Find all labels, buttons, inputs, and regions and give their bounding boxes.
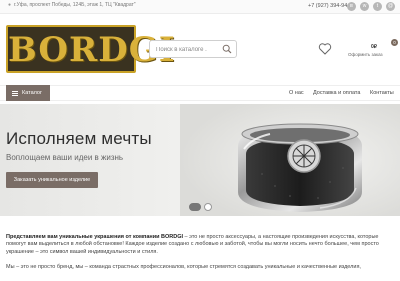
menu-burger-icon <box>12 90 18 96</box>
cart-count-badge: 0 <box>391 39 398 46</box>
location-pin-icon: ● <box>8 1 12 8</box>
bordgi-logo[interactable]: BORDGI <box>6 25 176 73</box>
nav-link-about[interactable]: О нас <box>289 90 304 96</box>
address-text: г.Уфа, проспект Победы, 124Б, этаж 1, ТЦ… <box>14 2 136 8</box>
checkout-link[interactable]: Оформить заказ <box>348 52 383 57</box>
search-input[interactable] <box>156 45 222 54</box>
vk-icon[interactable]: в <box>347 2 356 11</box>
about-paragraph: Мы – это не просто бренд, мы – команда с… <box>6 264 361 270</box>
email-icon[interactable]: @ <box>386 2 395 11</box>
intro-paragraph: Представляем вам уникальные украшения от… <box>6 234 394 256</box>
telegram-icon[interactable]: t <box>373 2 382 11</box>
search-icon[interactable] <box>222 44 232 54</box>
cart-sum[interactable]: 0₽ <box>371 44 377 50</box>
nav-link-delivery[interactable]: Доставка и оплата <box>313 90 360 96</box>
slider-pagination <box>189 203 212 211</box>
banner-subline: Воплощаем ваши идеи в жизнь <box>6 153 124 162</box>
favorites-heart-icon[interactable] <box>318 42 332 56</box>
search-box[interactable] <box>149 40 237 58</box>
nav-link-contacts[interactable]: Контакты <box>370 90 394 96</box>
social-links: в w t @ <box>347 2 395 11</box>
logo-text: BORDGI <box>8 30 176 70</box>
banner-headline: Исполняем мечты <box>6 129 152 148</box>
intro-bold: Представляем вам уникальные украшения от… <box>6 234 184 240</box>
order-unique-button[interactable]: Заказать уникальное изделие <box>6 172 98 188</box>
store-address: ● г.Уфа, проспект Победы, 124Б, этаж 1, … <box>8 2 136 8</box>
catalog-button[interactable]: Каталог <box>6 85 50 101</box>
catalog-label: Каталог <box>22 90 42 96</box>
slider-dot-2[interactable] <box>204 203 212 211</box>
whatsapp-icon[interactable]: w <box>360 2 369 11</box>
slider-dot-1[interactable] <box>189 203 201 211</box>
